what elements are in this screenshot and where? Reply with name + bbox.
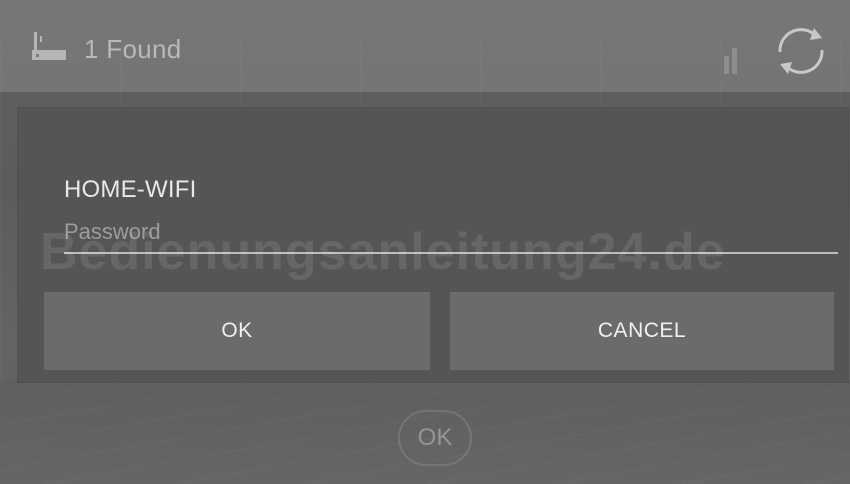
networks-found-count: 1 Found (84, 34, 182, 64)
network-name: HOME-WIFI (64, 176, 197, 203)
router-icon (32, 32, 66, 60)
background-ok-button: OK (398, 410, 472, 466)
wifi-setup-screen: 1 Found OK HOME-WIFI OK CANCEL Bedienung… (0, 0, 850, 484)
password-input[interactable] (64, 208, 838, 254)
wifi-password-dialog: HOME-WIFI OK CANCEL (18, 108, 848, 382)
ok-button[interactable]: OK (44, 292, 430, 370)
refresh-icon[interactable] (770, 22, 832, 80)
cancel-button[interactable]: CANCEL (450, 292, 834, 370)
signal-icon (724, 48, 737, 74)
top-bar: 1 Found (0, 0, 850, 92)
